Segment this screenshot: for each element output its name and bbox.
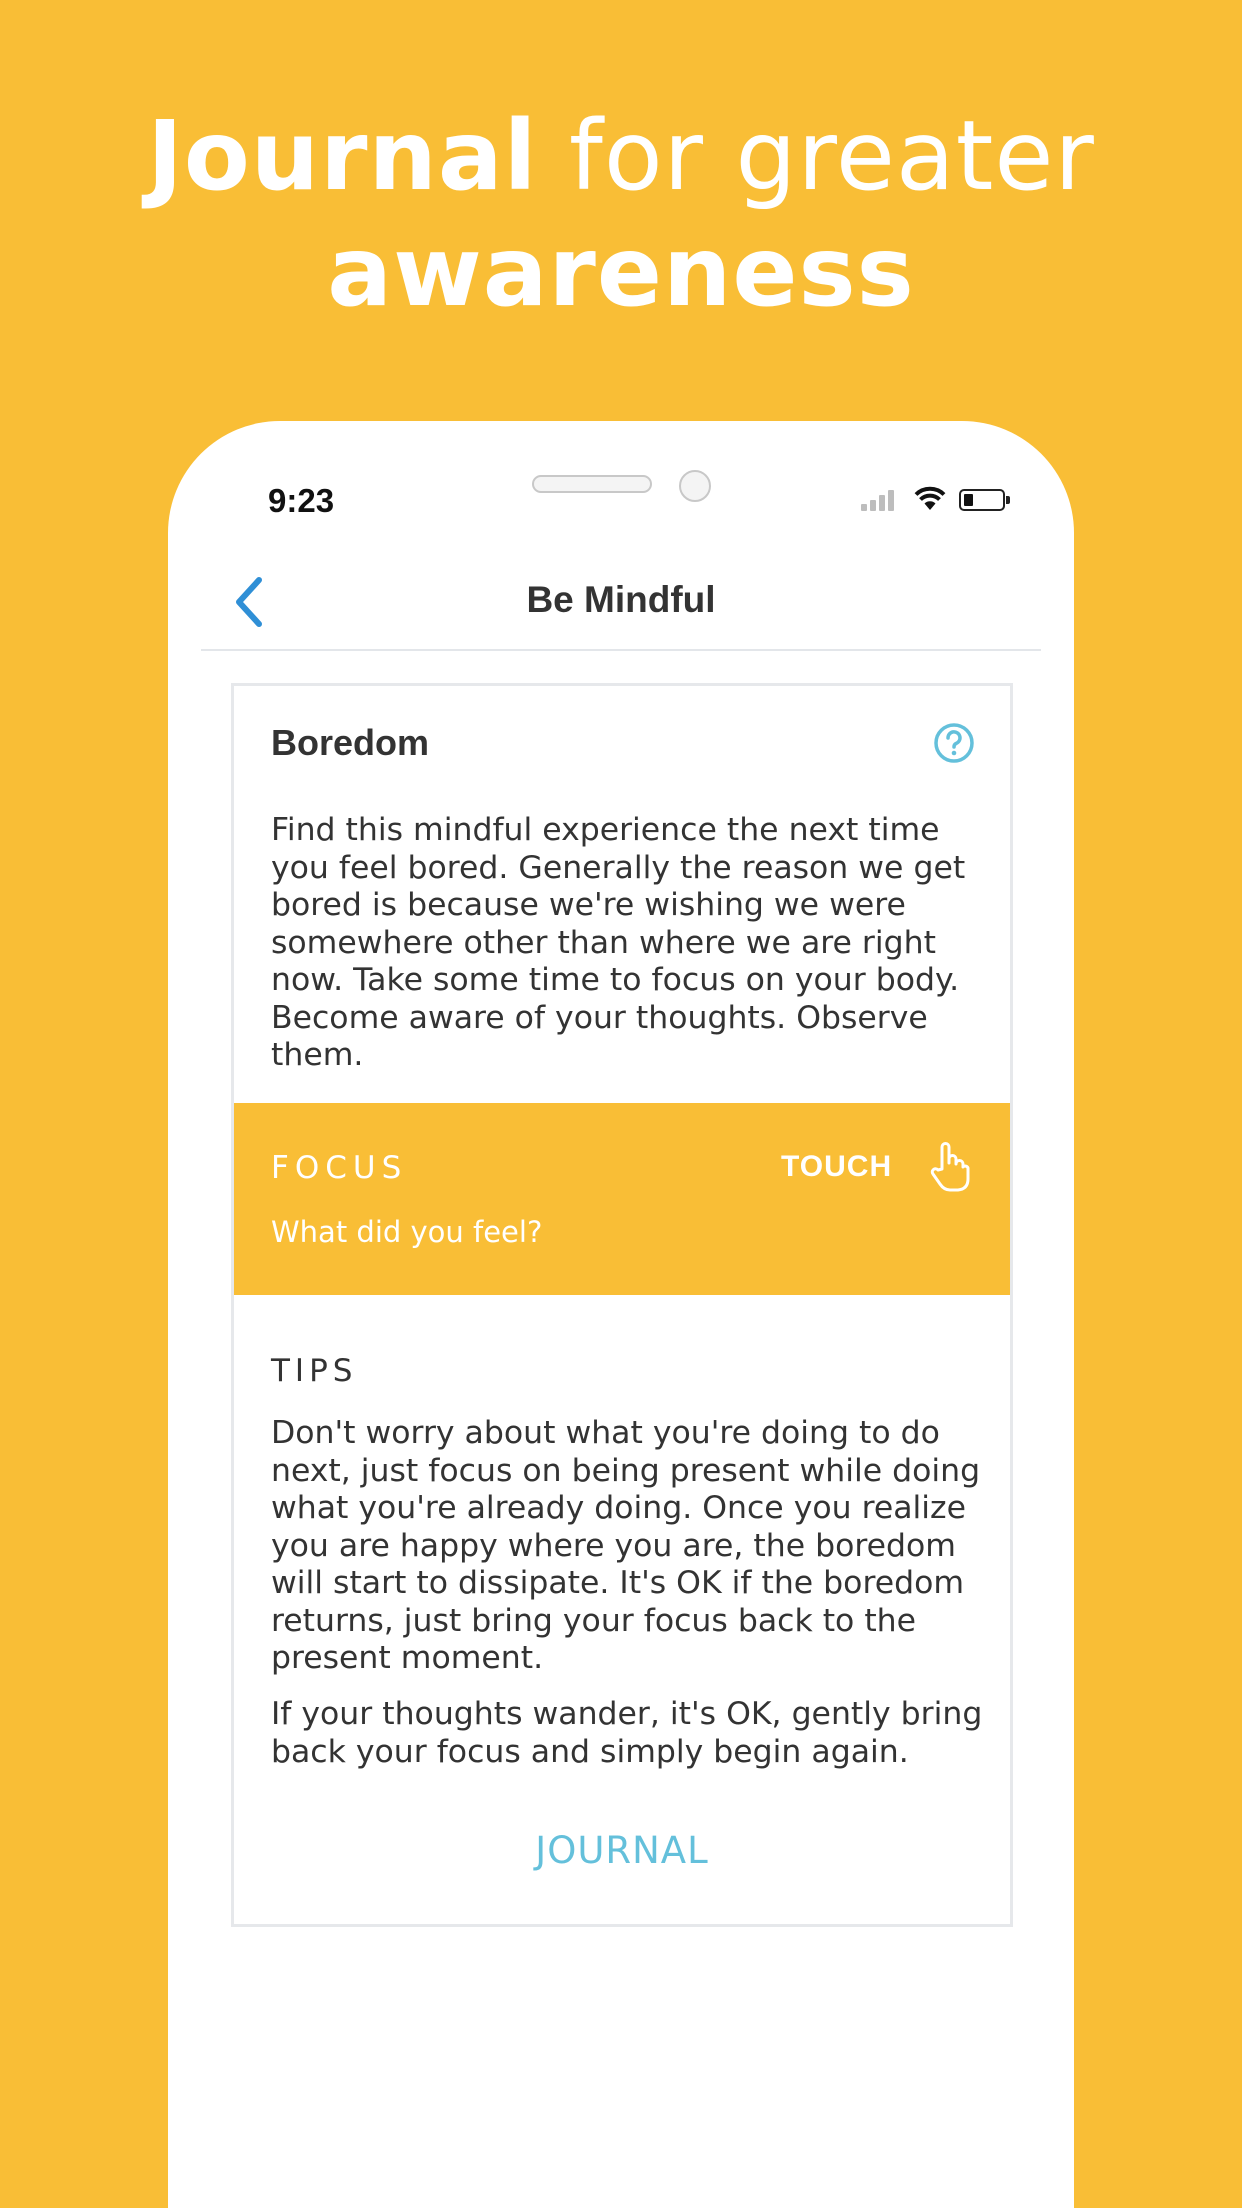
phone-frame: 9:23 Be Mindful Boredom Find this mindfu…	[168, 421, 1074, 2208]
question-circle-icon[interactable]	[933, 722, 975, 764]
tips-paragraph-1: Don't worry about what you're doing to d…	[271, 1415, 981, 1676]
tips-label: TIPS	[271, 1353, 358, 1389]
page-title: Be Mindful	[526, 579, 716, 620]
battery-icon	[959, 489, 1010, 511]
wifi-icon	[914, 486, 946, 510]
card-title: Boredom	[271, 722, 430, 763]
headline-bold-word: Journal	[147, 100, 538, 212]
card-description: Find this mindful experience the next ti…	[271, 812, 966, 1073]
signal-icon	[861, 489, 894, 511]
marketing-headline: Journal for greater awareness	[0, 98, 1242, 330]
headline-line-2: awareness	[327, 216, 915, 328]
pointing-hand-icon[interactable]	[928, 1139, 972, 1193]
touch-label[interactable]: TOUCH	[781, 1150, 892, 1184]
headline-light-words: for greater	[569, 100, 1095, 212]
phone-speaker	[532, 475, 652, 493]
experience-card: Boredom Find this mindful experience the…	[231, 683, 1013, 1927]
phone-camera	[679, 470, 711, 502]
status-time: 9:23	[268, 482, 335, 519]
navigation-bar: Be Mindful	[201, 561, 1041, 651]
focus-label: FOCUS	[271, 1150, 408, 1186]
journal-button[interactable]: JOURNAL	[234, 1829, 1010, 1872]
focus-panel[interactable]: FOCUS What did you feel? TOUCH	[234, 1103, 1010, 1295]
headline-line-1: Journal for greater	[0, 98, 1242, 214]
tips-paragraph-2: If your thoughts wander, it's OK, gently…	[271, 1696, 983, 1770]
focus-question: What did you feel?	[271, 1215, 543, 1249]
